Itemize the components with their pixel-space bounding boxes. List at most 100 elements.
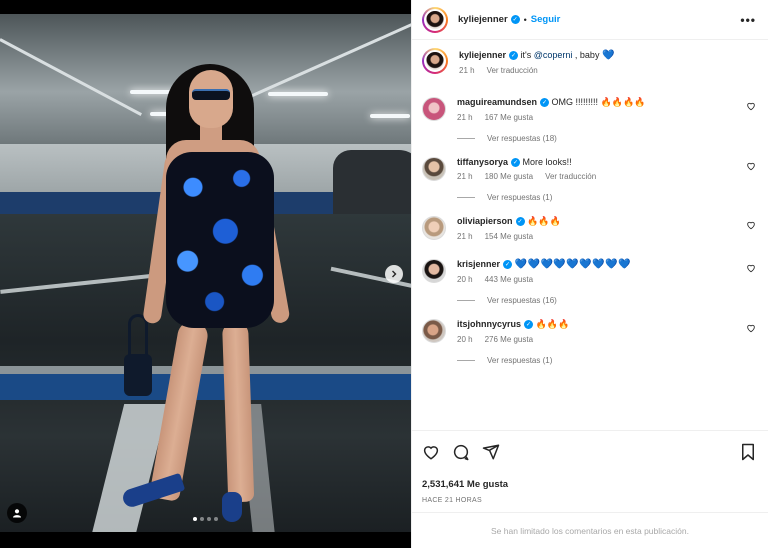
comment-username[interactable]: tiffanysorya xyxy=(457,157,508,167)
caption-prefix: it's xyxy=(520,50,534,60)
comment-avatar[interactable] xyxy=(422,319,446,343)
author-username[interactable]: kyliejenner xyxy=(458,14,508,25)
comment-avatar[interactable] xyxy=(422,216,446,240)
caption-mention[interactable]: @coperni xyxy=(534,50,573,60)
carousel-indicators xyxy=(0,517,411,521)
translate-link[interactable]: Ver traducción xyxy=(487,66,538,75)
comment-content: More looks!! xyxy=(522,157,572,167)
follow-button[interactable]: Seguir xyxy=(531,14,561,25)
more-options-icon[interactable]: ••• xyxy=(740,13,756,27)
comment-meta: 21 h 154 Me gusta xyxy=(457,232,756,241)
handbag xyxy=(124,354,152,396)
avatar-image xyxy=(424,50,446,72)
comment-text: oliviapierson ✓ 🔥🔥🔥 xyxy=(457,214,756,229)
ceiling-light xyxy=(370,114,410,118)
ceiling-light xyxy=(268,92,328,96)
header-separator: • xyxy=(523,14,527,25)
carousel-dot xyxy=(207,517,211,521)
comment-emoji: 🔥🔥🔥 xyxy=(535,320,570,330)
post-timestamp: HACE 21 HORAS xyxy=(422,497,482,504)
caption-text: kyliejenner ✓ it's @coperni , baby 💙 xyxy=(459,48,756,63)
comment-emoji: 🔥🔥🔥 xyxy=(527,217,561,227)
like-comment-heart-icon[interactable] xyxy=(746,263,756,273)
comment-text: maguireamundsen ✓ OMG !!!!!!!!! 🔥🔥🔥🔥 xyxy=(457,95,756,110)
likes-count[interactable]: 2,531,641 Me gusta xyxy=(422,479,756,490)
comment-meta: 20 h 443 Me gusta xyxy=(457,275,756,284)
like-comment-heart-icon[interactable] xyxy=(746,323,756,333)
comments-limited-notice: Se han limitado los comentarios en esta … xyxy=(412,512,768,548)
comment-username[interactable]: krisjenner xyxy=(457,259,500,269)
comment-likes[interactable]: 180 Me gusta xyxy=(485,172,533,181)
comment-username[interactable]: maguireamundsen xyxy=(457,97,537,107)
comment-text: krisjenner ✓ 💙💙💙💙💙💙💙💙💙 xyxy=(457,257,756,272)
comment-item: oliviapierson ✓ 🔥🔥🔥 21 h 154 Me gusta xyxy=(422,214,756,241)
carousel-next-button[interactable] xyxy=(385,265,403,283)
carousel-dot xyxy=(200,517,204,521)
post-sidebar: kyliejenner ✓ • Seguir ••• kyliejenner ✓ … xyxy=(411,0,768,548)
caption-time: 21 h xyxy=(459,66,475,75)
caption-body: kyliejenner ✓ it's @coperni , baby 💙 21 h… xyxy=(459,48,756,75)
instagram-post: kyliejenner ✓ • Seguir ••• kyliejenner ✓ … xyxy=(0,0,768,548)
comment-likes[interactable]: 443 Me gusta xyxy=(485,275,533,284)
verified-icon: ✓ xyxy=(510,15,520,24)
comment-time: 21 h xyxy=(457,172,473,181)
comment-username[interactable]: itsjohnnycyrus xyxy=(457,319,521,329)
caption-avatar[interactable] xyxy=(422,48,448,74)
verified-icon: ✓ xyxy=(511,158,521,168)
view-replies-button[interactable]: Ver respuestas (18) xyxy=(457,134,756,143)
post-photo xyxy=(0,14,411,532)
bookmark-icon[interactable] xyxy=(740,443,756,461)
parked-car xyxy=(333,150,411,224)
caption-suffix: , baby xyxy=(572,50,602,60)
comment-time: 21 h xyxy=(457,232,473,241)
comment-meta: 21 h 167 Me gusta xyxy=(457,113,756,122)
share-icon[interactable] xyxy=(482,443,500,461)
comment-emoji: 🔥🔥🔥🔥 xyxy=(600,98,646,108)
comment-icon[interactable] xyxy=(452,443,470,461)
comment-item: tiffanysorya ✓ More looks!! 21 h 180 Me g… xyxy=(422,155,756,202)
post-caption: kyliejenner ✓ it's @coperni , baby 💙 21 h… xyxy=(422,48,756,75)
comment-username[interactable]: oliviapierson xyxy=(457,216,513,226)
carousel-dot xyxy=(214,517,218,521)
comment-time: 21 h xyxy=(457,113,473,122)
curb xyxy=(0,374,411,400)
comment-item: itsjohnnycyrus ✓ 🔥🔥🔥 20 h 276 Me gusta Ve… xyxy=(422,317,756,365)
comment-body: maguireamundsen ✓ OMG !!!!!!!!! 🔥🔥🔥🔥 21 h… xyxy=(457,95,756,143)
avatar-image xyxy=(424,8,446,31)
caption-username[interactable]: kyliejenner xyxy=(459,50,506,60)
comment-avatar[interactable] xyxy=(422,259,446,283)
comment-body: tiffanysorya ✓ More looks!! 21 h 180 Me g… xyxy=(457,155,756,202)
sunglasses xyxy=(192,89,230,100)
comment-content: OMG !!!!!!!!! xyxy=(551,97,601,107)
comment-body: oliviapierson ✓ 🔥🔥🔥 21 h 154 Me gusta xyxy=(457,214,756,241)
post-media xyxy=(0,0,411,548)
comment-time: 20 h xyxy=(457,335,473,344)
comment-avatar[interactable] xyxy=(422,97,446,121)
like-comment-heart-icon[interactable] xyxy=(746,101,756,111)
comment-avatar[interactable] xyxy=(422,157,446,181)
comment-likes[interactable]: 154 Me gusta xyxy=(485,232,533,241)
chevron-right-icon xyxy=(392,270,397,278)
comments-list[interactable]: kyliejenner ✓ it's @coperni , baby 💙 21 h… xyxy=(412,40,768,430)
heart-icon[interactable] xyxy=(422,443,440,461)
blue-print-dress xyxy=(166,152,274,328)
like-comment-heart-icon[interactable] xyxy=(746,161,756,171)
comment-emoji: 💙💙💙💙💙💙💙💙💙 xyxy=(514,259,632,270)
view-replies-button[interactable]: Ver respuestas (1) xyxy=(457,356,756,365)
view-replies-button[interactable]: Ver respuestas (16) xyxy=(457,296,756,305)
comment-body: itsjohnnycyrus ✓ 🔥🔥🔥 20 h 276 Me gusta Ve… xyxy=(457,317,756,365)
author-avatar[interactable] xyxy=(422,6,448,33)
comment-likes[interactable]: 276 Me gusta xyxy=(485,335,533,344)
comment-item: maguireamundsen ✓ OMG !!!!!!!!! 🔥🔥🔥🔥 21 h… xyxy=(422,95,756,143)
action-icons xyxy=(422,441,756,463)
view-replies-button[interactable]: Ver respuestas (1) xyxy=(457,193,756,202)
translate-link[interactable]: Ver traducción xyxy=(545,172,596,181)
like-comment-heart-icon[interactable] xyxy=(746,220,756,230)
comment-meta: 21 h 180 Me gusta Ver traducción xyxy=(457,172,756,181)
comment-likes[interactable]: 167 Me gusta xyxy=(485,113,533,122)
verified-icon: ✓ xyxy=(540,98,550,108)
carousel-dot xyxy=(193,517,197,521)
comment-body: krisjenner ✓ 💙💙💙💙💙💙💙💙💙 20 h 443 Me gusta … xyxy=(457,257,756,305)
verified-icon: ✓ xyxy=(524,320,534,330)
verified-icon: ✓ xyxy=(503,260,513,270)
